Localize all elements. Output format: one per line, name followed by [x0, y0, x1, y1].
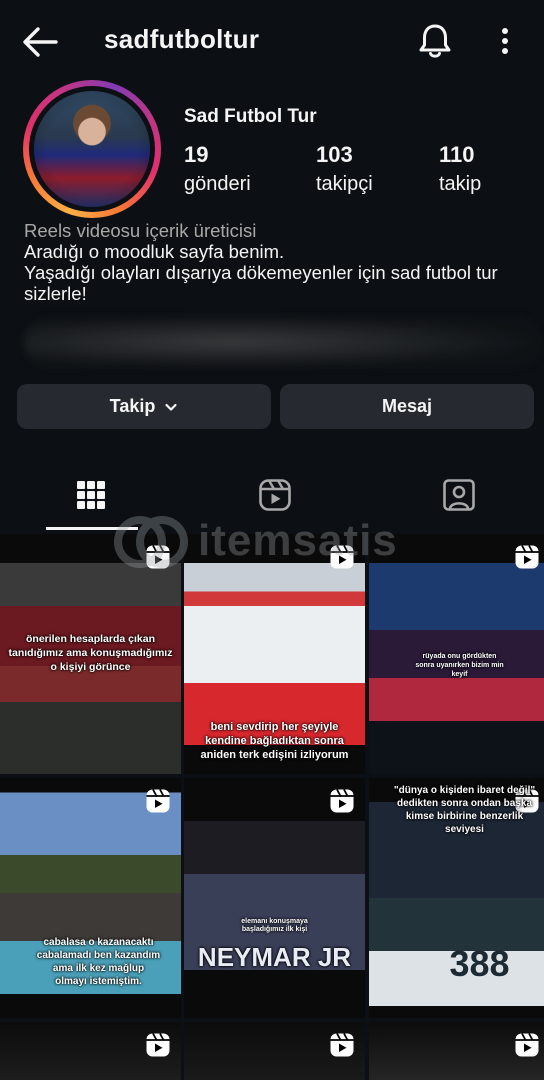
top-bar: sadfutboltur: [0, 0, 544, 80]
back-button[interactable]: [18, 22, 62, 62]
jersey-number: 388: [449, 943, 510, 984]
post-caption: elemanı konuşmaya başladığımız ilk kişi: [241, 918, 308, 933]
bio-line: Yaşadığı olayları dışarıya dökemeyenler …: [24, 262, 498, 304]
chevron-down-icon: [165, 403, 177, 411]
profile-category: Reels videosu içerik üreticisi: [24, 220, 257, 241]
post-tile[interactable]: cabalasa o kazanacaktı cabalamadı ben ka…: [0, 778, 181, 1018]
reel-icon: [515, 1033, 539, 1057]
stat-label: gönderi: [184, 173, 251, 195]
reel-icon: [330, 1033, 354, 1057]
bell-icon: [419, 24, 451, 58]
jersey-name: NEYMAR JR: [197, 942, 352, 972]
post-tile[interactable]: rüyada onu gördükten sonra uyanırken biz…: [369, 534, 544, 774]
back-arrow-icon: [23, 27, 58, 57]
reel-icon: [330, 545, 354, 569]
blurred-bio-link: [24, 316, 542, 368]
post-tile[interactable]: elemanı konuşmaya başladığımız ilk kişi …: [184, 778, 365, 1018]
post-tile[interactable]: beni sevdirip her şeyiyle kendine bağlad…: [184, 534, 365, 774]
more-vertical-icon: [502, 28, 508, 54]
post-tile[interactable]: [0, 1022, 181, 1080]
bio-line: Aradığı o moodluk sayfa benim.: [24, 241, 285, 262]
stat-value: 103: [316, 142, 353, 167]
profile-username: sadfutboltur: [104, 24, 260, 54]
post-caption: "dünya o kişiden ibaret değil" dedikten …: [393, 785, 536, 835]
reels-icon: [258, 479, 291, 511]
post-caption: rüyada onu gördükten sonra uyanırken biz…: [415, 653, 504, 678]
post-tile[interactable]: [184, 1022, 365, 1080]
tagged-person-icon: [442, 479, 475, 511]
posts-grid: önerilen hesaplarda çıkan tanıdığımız am…: [0, 534, 544, 1080]
post-caption: beni sevdirip her şeyiyle kendine bağlad…: [200, 721, 349, 761]
stat-label: takipçi: [316, 173, 373, 195]
avatar: [34, 91, 150, 207]
stat-value: 19: [184, 142, 209, 167]
followers-count[interactable]: 103 takipçi: [316, 142, 373, 196]
reel-icon: [515, 545, 539, 569]
post-caption: cabalasa o kazanacaktı cabalamadı ben ka…: [36, 937, 161, 987]
reel-icon: [146, 789, 170, 813]
follow-button[interactable]: Takip: [17, 384, 271, 429]
reel-icon: [330, 789, 354, 813]
reel-icon: [146, 1033, 170, 1057]
grid-icon: [76, 481, 105, 509]
tab-tagged[interactable]: [368, 460, 544, 530]
stat-label: takip: [439, 173, 482, 195]
notifications-button[interactable]: [414, 20, 456, 62]
more-options-button[interactable]: [492, 24, 518, 60]
tab-reels[interactable]: [184, 460, 365, 530]
following-count[interactable]: 110 takip: [439, 142, 481, 196]
post-tile[interactable]: "dünya o kişiden ibaret değil" dedikten …: [369, 778, 544, 1018]
profile-tabs: [0, 460, 544, 532]
selected-tab-indicator: [46, 527, 138, 530]
posts-count[interactable]: 19 gönderi: [184, 142, 251, 196]
display-name: Sad Futbol Tur: [184, 106, 317, 127]
message-label: Mesaj: [381, 396, 433, 416]
reel-icon: [146, 545, 170, 569]
follow-label: Takip: [109, 396, 156, 416]
post-tile[interactable]: önerilen hesaplarda çıkan tanıdığımız am…: [0, 534, 181, 774]
profile-bio: Reels videosu içerik üreticisi Aradığı o…: [24, 220, 524, 304]
story-ring[interactable]: [23, 80, 161, 218]
tab-grid[interactable]: [0, 460, 181, 530]
stat-value: 110: [439, 142, 475, 167]
message-button[interactable]: Mesaj: [280, 384, 534, 429]
post-caption: önerilen hesaplarda çıkan tanıdığımız am…: [8, 633, 173, 673]
post-tile[interactable]: [369, 1022, 544, 1080]
